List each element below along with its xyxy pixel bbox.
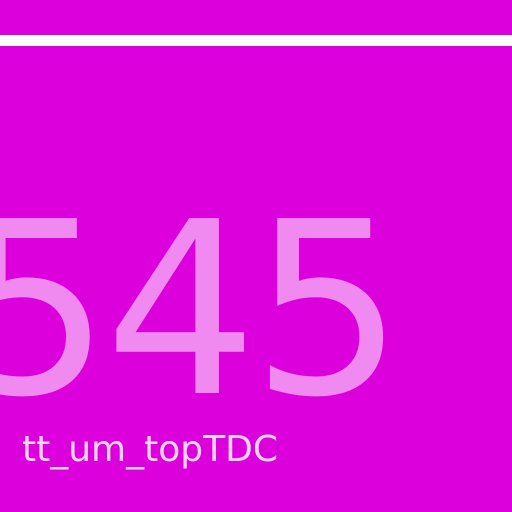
tile-number: 545: [0, 170, 404, 450]
project-tile[interactable]: 545 tt_um_topTDC: [0, 0, 512, 512]
top-divider: [0, 35, 512, 46]
tile-label: tt_um_topTDC: [22, 429, 278, 470]
